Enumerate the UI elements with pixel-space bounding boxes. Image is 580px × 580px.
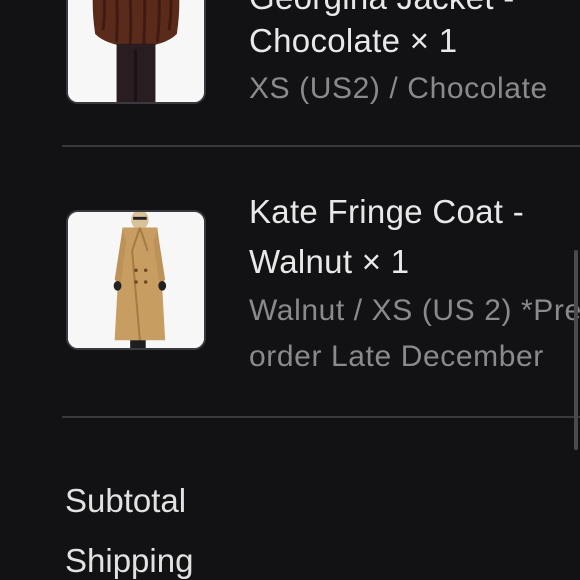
product-name-line2[interactable]: Walnut × 1 [249,237,580,286]
scrollbar-thumb[interactable] [574,250,578,450]
product-name-line2[interactable]: Chocolate × 1 [249,16,580,65]
coat-model-image [68,212,204,348]
product-variant-line1: Walnut / XS (US 2) *Pre [249,294,580,327]
product-variant-line2: order Late December [249,340,544,373]
item-divider [62,145,580,147]
subtotal-label: Subtotal [65,482,187,519]
item-divider [62,416,580,418]
product-thumbnail-kate-fringe-coat[interactable] [66,210,206,350]
jacket-model-image [68,0,204,102]
shipping-label: Shipping [65,542,194,579]
product-name-line1[interactable]: Kate Fringe Coat - [249,187,580,236]
product-thumbnail-georgina-jacket[interactable] [66,0,206,104]
product-variant: XS (US2) / Chocolate [249,72,548,105]
